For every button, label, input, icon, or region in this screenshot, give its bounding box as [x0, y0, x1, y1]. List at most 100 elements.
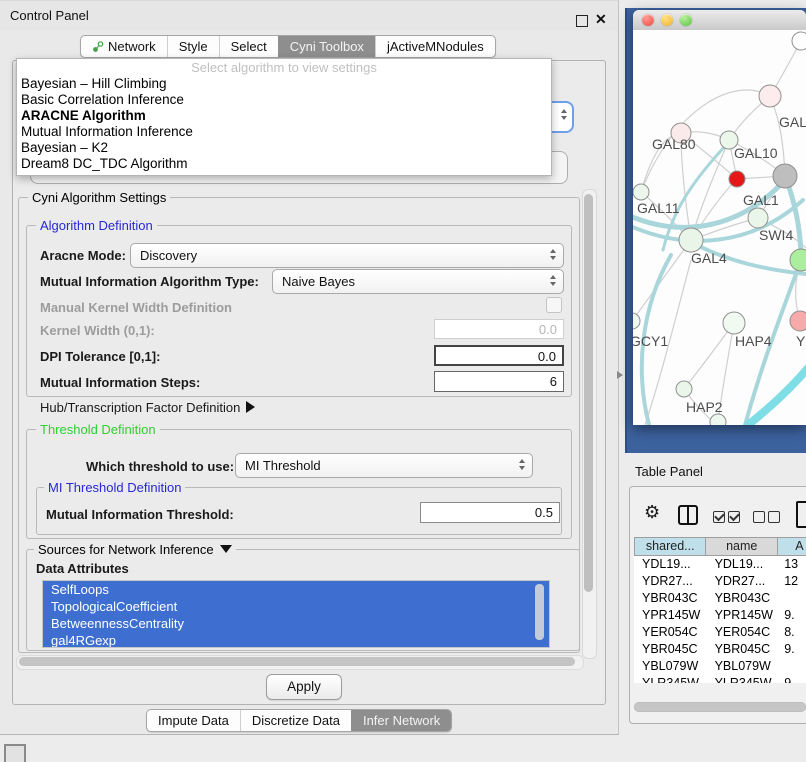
mi-steps-input[interactable]: 6: [434, 371, 564, 392]
list-scrollbar[interactable]: [535, 584, 544, 640]
network-node[interactable]: [773, 164, 797, 188]
dropdown-item[interactable]: Bayesian – Hill Climbing: [21, 76, 541, 92]
table-row[interactable]: YBL079WYBL079W: [634, 658, 806, 675]
list-item[interactable]: BetweennessCentrality: [43, 615, 549, 632]
tab-style[interactable]: Style: [167, 36, 219, 57]
mi-algorithm-type-combo[interactable]: Naive Bayes: [272, 269, 564, 294]
list-item[interactable]: gal4RGexp: [43, 632, 549, 648]
table-row[interactable]: YDL19...YDL19...13: [634, 556, 806, 573]
tab-network[interactable]: Network: [81, 36, 167, 57]
dropdown-item-selected[interactable]: ARACNE Algorithm: [21, 108, 541, 124]
tab-label: Cyni Toolbox: [290, 36, 364, 57]
table-row[interactable]: YDR27...YDR27...12: [634, 573, 806, 590]
network-canvas[interactable]: GALGAL80GAL10GAL11GAL1SWI4GAL4GCY1HAP4YH…: [633, 30, 806, 425]
manual-kernel-checkbox[interactable]: [546, 297, 562, 313]
network-node[interactable]: [790, 249, 806, 271]
table-row[interactable]: YPR145WYPR145W9.: [634, 607, 806, 624]
sources-toggle[interactable]: Sources for Network Inference: [34, 542, 236, 557]
table-row[interactable]: YER054CYER054C8.: [634, 624, 806, 641]
mi-algorithm-type-value: Naive Bayes: [282, 274, 355, 289]
data-attributes-list: SelfLoops TopologicalCoefficient Between…: [42, 580, 550, 648]
aracne-mode-combo[interactable]: Discovery: [130, 243, 564, 268]
network-node-label: GAL80: [652, 136, 696, 152]
gear-icon[interactable]: ⚙: [644, 503, 660, 521]
dropdown-item[interactable]: Basic Correlation Inference: [21, 92, 541, 108]
network-window[interactable]: GALGAL80GAL10GAL11GAL1SWI4GAL4GCY1HAP4YH…: [633, 10, 806, 425]
expand-right-icon: [246, 401, 255, 413]
network-window-titlebar[interactable]: [633, 10, 806, 31]
tab-label: Style: [179, 36, 208, 57]
columns-icon[interactable]: [678, 505, 698, 525]
network-node[interactable]: [792, 32, 806, 50]
unselect-all-icon[interactable]: [753, 510, 783, 528]
network-node[interactable]: [723, 312, 745, 334]
dropdown-item[interactable]: Mutual Information Inference: [21, 124, 541, 140]
settings-horizontal-scrollbar[interactable]: [16, 655, 584, 670]
mi-threshold-input[interactable]: 0.5: [420, 502, 560, 523]
network-node[interactable]: [676, 381, 692, 397]
float-window-icon[interactable]: [576, 15, 588, 27]
tab-jactivemnodules[interactable]: jActiveMNodules: [375, 36, 495, 57]
apply-button[interactable]: Apply: [266, 674, 342, 700]
network-node[interactable]: [790, 311, 806, 331]
network-icon: [92, 41, 104, 53]
control-panel-title: Control Panel: [10, 8, 89, 23]
tab-discretize-data[interactable]: Discretize Data: [240, 710, 351, 731]
tab-label: Network: [108, 36, 156, 57]
close-window-icon[interactable]: [642, 14, 654, 26]
data-attributes-label: Data Attributes: [36, 561, 129, 576]
threshold-definition-title: Threshold Definition: [36, 422, 160, 437]
network-node[interactable]: [759, 85, 781, 107]
table-row[interactable]: YBR043CYBR043C: [634, 590, 806, 607]
function-builder-icon[interactable]: [796, 501, 806, 528]
column-header-shared-name[interactable]: shared...: [634, 537, 706, 556]
select-all-icon[interactable]: [713, 510, 743, 528]
tab-impute-data[interactable]: Impute Data: [147, 710, 240, 731]
close-panel-icon[interactable]: ✕: [595, 11, 607, 28]
tab-infer-network[interactable]: Infer Network: [351, 710, 451, 731]
which-threshold-combo[interactable]: MI Threshold: [235, 453, 533, 478]
hub-section-toggle[interactable]: Hub/Transcription Factor Definition: [40, 400, 255, 415]
network-node[interactable]: [748, 208, 768, 228]
zoom-window-icon[interactable]: [680, 14, 692, 26]
tab-select[interactable]: Select: [219, 36, 278, 57]
network-edge[interactable]: [633, 240, 691, 321]
minimize-window-icon[interactable]: [661, 14, 673, 26]
network-edge-thick[interactable]: [785, 176, 801, 260]
table-row[interactable]: YLR345WYLR345W9.: [634, 675, 806, 683]
tab-cyni-toolbox[interactable]: Cyni Toolbox: [278, 36, 375, 57]
network-node-label: HAP2: [686, 399, 723, 415]
network-graph: GALGAL80GAL10GAL11GAL1SWI4GAL4GCY1HAP4YH…: [633, 30, 806, 425]
table-row[interactable]: YBR045CYBR045C9.: [634, 641, 806, 658]
list-item[interactable]: TopologicalCoefficient: [43, 598, 549, 615]
scrollbar-thumb[interactable]: [19, 657, 575, 666]
tab-label: Discretize Data: [252, 710, 340, 731]
scrollbar-thumb[interactable]: [584, 194, 593, 592]
collapsed-panel-icon[interactable]: [4, 744, 26, 762]
column-header-name[interactable]: name: [706, 537, 777, 556]
network-node[interactable]: [633, 184, 649, 200]
network-node-label: GAL1: [743, 192, 779, 208]
algorithm-combo-edge[interactable]: [550, 101, 574, 133]
network-node[interactable]: [633, 313, 640, 329]
network-node[interactable]: [679, 228, 703, 252]
network-node-label: Y: [796, 333, 806, 349]
dropdown-item[interactable]: Bayesian – K2: [21, 140, 541, 156]
tab-label: Impute Data: [158, 710, 229, 731]
network-node-label: GAL10: [734, 145, 778, 161]
column-header-partial[interactable]: A: [778, 537, 806, 556]
settings-vertical-scrollbar[interactable]: [582, 189, 597, 659]
network-node[interactable]: [710, 414, 726, 425]
network-edge[interactable]: [684, 323, 734, 389]
dropdown-item[interactable]: Dream8 DC_TDC Algorithm: [21, 156, 541, 172]
kernel-width-input[interactable]: 0.0: [434, 319, 564, 339]
list-item[interactable]: SelfLoops: [43, 581, 549, 598]
aracne-mode-value: Discovery: [140, 248, 197, 263]
network-node-label: SWI4: [759, 227, 793, 243]
network-edge-highlight[interactable]: [748, 368, 806, 425]
table-horizontal-scrollbar[interactable]: [634, 702, 806, 712]
node-table: shared... name A YDL19...YDL19...13 YDR2…: [634, 537, 806, 683]
network-node[interactable]: [729, 171, 745, 187]
splitter-arrow-icon[interactable]: [617, 371, 623, 379]
dpi-tolerance-input[interactable]: 0.0: [434, 345, 564, 366]
